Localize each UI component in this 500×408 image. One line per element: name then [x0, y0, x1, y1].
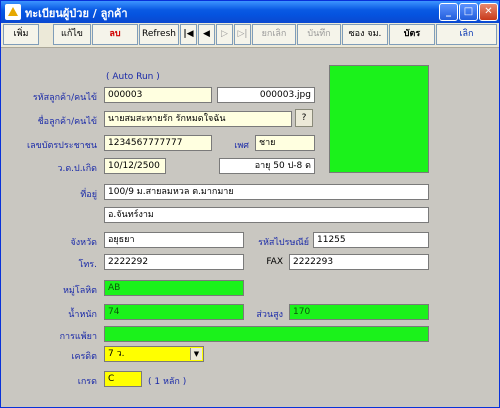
delete-button[interactable]: ลบ [92, 24, 138, 45]
grade-hint: ( 1 หลัก ) [148, 377, 187, 387]
weight-label: น้ำหนัก [68, 310, 97, 320]
patient-photo [329, 65, 429, 173]
address-label: ที่อยู่ [80, 190, 97, 200]
first-record-button[interactable]: |◀ [180, 24, 197, 45]
allergy-label: การแพ้ยา [59, 332, 97, 342]
envelope-button[interactable]: ซอง จม. [342, 24, 388, 45]
fax-field[interactable]: 2222293 [289, 254, 429, 270]
allergy-field[interactable] [104, 326, 429, 342]
id-label: เลขบัตรประชาชน [27, 141, 97, 151]
code-label: รหัสลูกค้า/คนไข้ [32, 93, 97, 103]
maximize-button[interactable]: □ [459, 3, 478, 21]
grade-label: เกรด [77, 377, 97, 387]
address-line1-field[interactable]: 100/9 ม.สายลมหวล ต.มากมาย [104, 184, 429, 200]
window-title: ทะเบียนผู้ป่วย / ลูกค้า [25, 7, 128, 20]
postcode-label: รหัสไปรษณีย์ [258, 238, 309, 248]
code-field[interactable]: 000003 [104, 87, 212, 103]
add-button[interactable]: เพิ่ม [3, 24, 39, 45]
exit-button[interactable]: เลิก [436, 24, 497, 45]
sex-label: เพศ [234, 141, 249, 151]
refresh-button[interactable]: Refresh [139, 24, 179, 45]
phone-label: โทร. [78, 260, 97, 270]
auto-run-note: ( Auto Run ) [106, 72, 160, 82]
close-button[interactable]: ✕ [479, 3, 498, 21]
save-button[interactable]: บันทึก [297, 24, 341, 45]
prev-record-button[interactable]: ◀ [198, 24, 215, 45]
lookup-button[interactable]: ? [295, 109, 313, 127]
minimize-button[interactable]: _ [439, 3, 458, 21]
app-icon [5, 4, 21, 20]
postcode-field[interactable]: 11255 [313, 232, 429, 248]
province-field[interactable]: อยุธยา [104, 232, 244, 248]
credit-label: เครดิต [71, 352, 97, 362]
phone-field[interactable]: 2222292 [104, 254, 244, 270]
province-label: จังหวัด [70, 238, 98, 248]
address-line2-field[interactable]: อ.จันทร์งาม [104, 207, 429, 223]
photo-file-field[interactable]: 000003.jpg [217, 87, 315, 103]
card-button[interactable]: บัตร [389, 24, 435, 45]
height-field[interactable]: 170 [289, 304, 429, 320]
name-field[interactable]: นายสมสะหายรัก รักหมดใจฉัน [104, 111, 292, 127]
chevron-down-icon[interactable]: ▼ [190, 348, 202, 360]
form-panel: ( Auto Run ) รหัสลูกค้า/คนไข้ 000003 000… [1, 48, 499, 407]
age-field: อายุ 50 ป-8 ด [219, 158, 315, 174]
next-record-button[interactable]: ▷ [216, 24, 233, 45]
edit-button[interactable]: แก้ไข [53, 24, 91, 45]
toolbar: เพิ่ม แก้ไข ลบ Refresh |◀ ◀ ▷ ▷| ยกเลิก … [1, 23, 499, 48]
height-label: ส่วนสูง [256, 310, 283, 320]
credit-value: 7 ว. [108, 349, 125, 359]
dob-label: ว.ด.ป.เกิด [57, 164, 97, 174]
fax-label: FAX [266, 257, 283, 267]
title-bar: ทะเบียนผู้ป่วย / ลูกค้า _ □ ✕ [1, 1, 499, 23]
name-label: ชื่อลูกค้า/คนไข้ [37, 117, 97, 127]
id-field[interactable]: 1234567777777 [104, 135, 212, 151]
grade-field[interactable]: C [104, 371, 142, 387]
credit-select[interactable]: 7 ว. ▼ [104, 346, 204, 362]
app-window: ทะเบียนผู้ป่วย / ลูกค้า _ □ ✕ เพิ่ม แก้ไ… [0, 0, 500, 408]
last-record-button[interactable]: ▷| [234, 24, 251, 45]
blood-label: หมู่โลหิต [63, 286, 97, 296]
weight-field[interactable]: 74 [104, 304, 244, 320]
sex-field[interactable]: ชาย [255, 135, 315, 151]
blood-field[interactable]: AB [104, 280, 244, 296]
dob-field[interactable]: 10/12/2500 [104, 158, 166, 174]
cancel-button[interactable]: ยกเลิก [252, 24, 296, 45]
